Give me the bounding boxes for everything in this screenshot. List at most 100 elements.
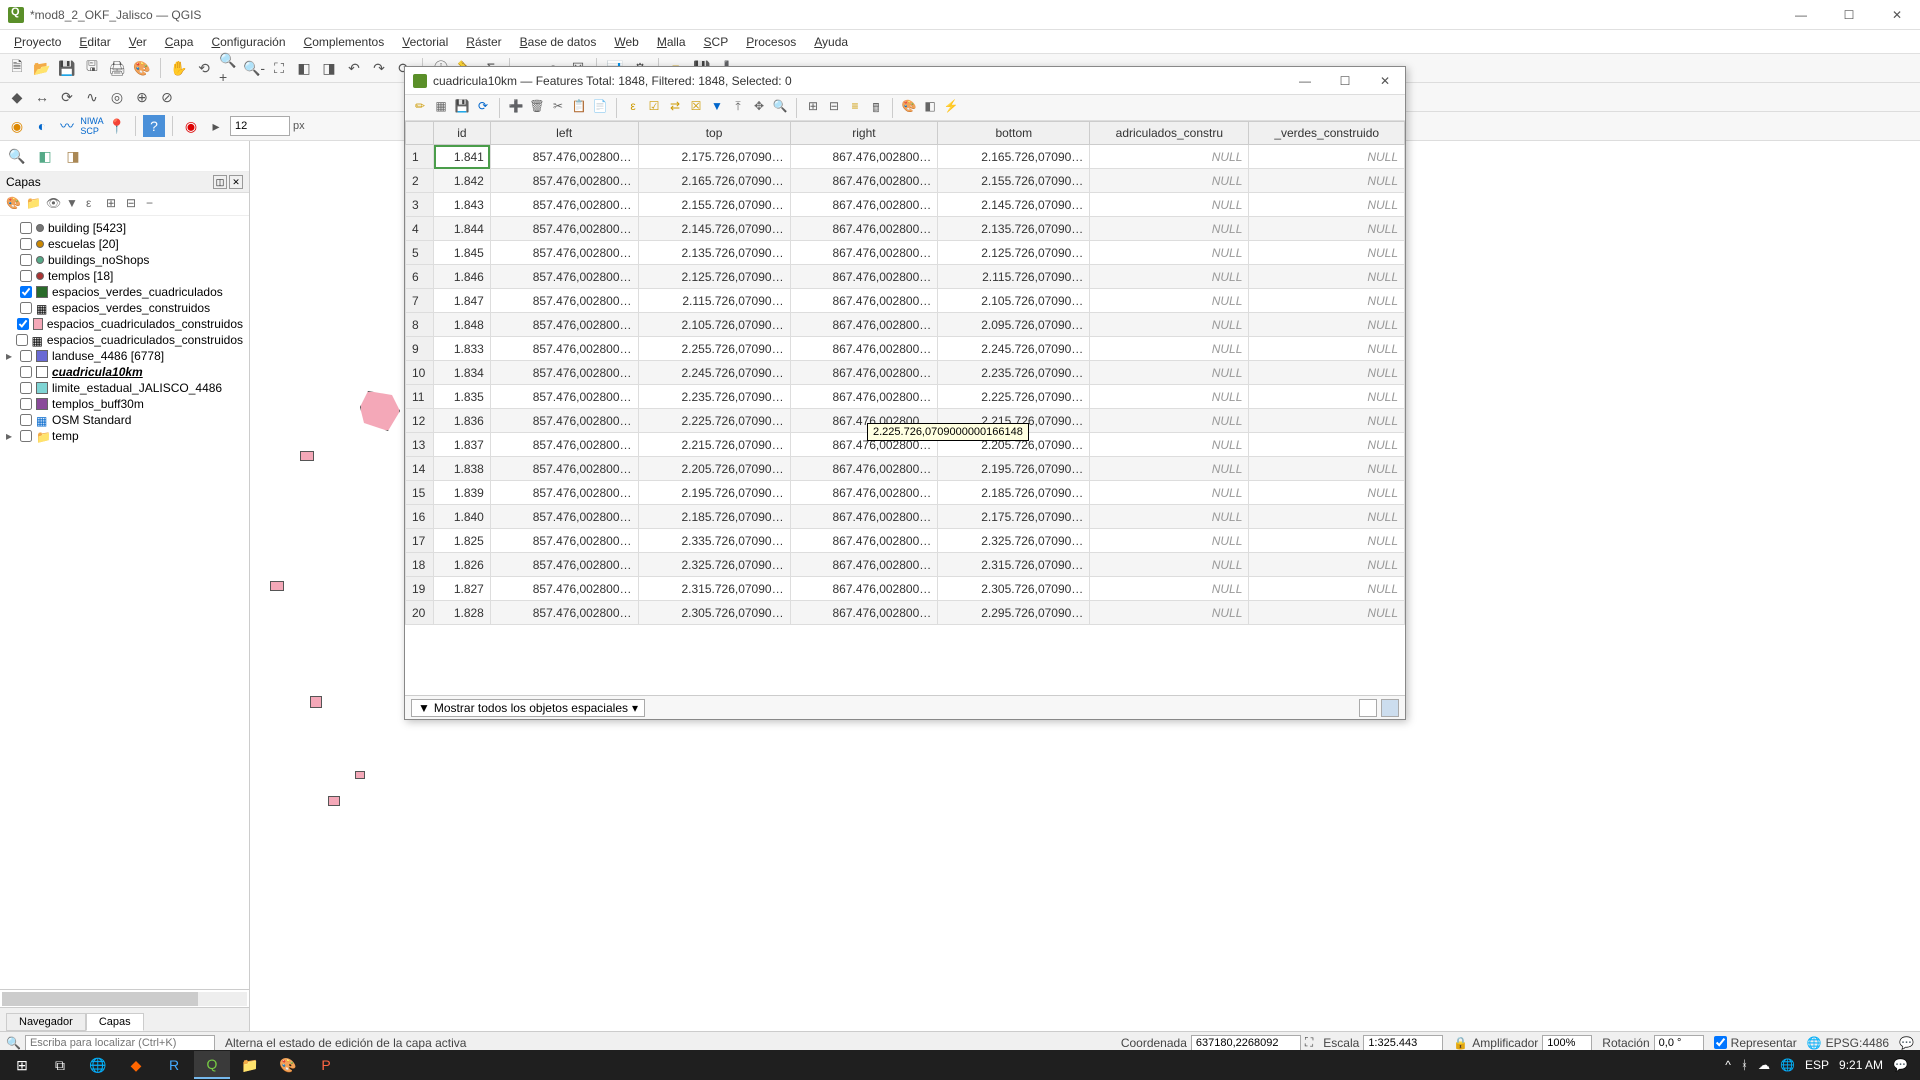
layer-item[interactable]: templos_buff30m	[2, 396, 247, 412]
filter-mode-button[interactable]: ▼ Mostrar todos los objetos espaciales ▾	[411, 699, 645, 717]
table-cell[interactable]: 867.476,002800…	[790, 313, 938, 337]
select-all-icon[interactable]: ☑	[645, 99, 663, 117]
style-manager-icon[interactable]: 🎨	[131, 57, 153, 79]
table-cell[interactable]: 857.476,002800…	[490, 361, 638, 385]
table-cell[interactable]: 1.828	[434, 601, 491, 625]
pan-to-sel-icon[interactable]: ✥	[750, 99, 768, 117]
table-cell[interactable]: 2.105.726,07090…	[638, 313, 790, 337]
table-cell[interactable]: 857.476,002800…	[490, 385, 638, 409]
row-number[interactable]: 16	[406, 505, 434, 529]
menu-ráster[interactable]: Ráster	[458, 33, 509, 51]
scale-input[interactable]	[1363, 1035, 1443, 1051]
table-view-icon[interactable]	[1381, 699, 1399, 717]
row-number[interactable]: 11	[406, 385, 434, 409]
coord-input[interactable]	[1191, 1035, 1301, 1051]
pan-icon[interactable]: ✋	[168, 57, 190, 79]
layer-visibility-checkbox[interactable]	[20, 222, 32, 234]
table-cell[interactable]: NULL	[1249, 193, 1405, 217]
attribute-table[interactable]: idlefttoprightbottomadriculados_constru_…	[405, 121, 1405, 695]
table-row[interactable]: 191.827857.476,002800…2.315.726,07090…86…	[406, 577, 1405, 601]
menu-proyecto[interactable]: Proyecto	[6, 33, 69, 51]
zoom-selection-icon[interactable]: ◧	[293, 57, 315, 79]
layer-visibility-checkbox[interactable]	[20, 254, 32, 266]
table-cell[interactable]: 2.305.726,07090…	[638, 601, 790, 625]
table-cell[interactable]: 2.325.726,07090…	[938, 529, 1090, 553]
table-cell[interactable]: NULL	[1090, 289, 1249, 313]
expand-icon[interactable]: ▸	[6, 349, 16, 363]
table-cell[interactable]: NULL	[1090, 313, 1249, 337]
invert-sel-icon[interactable]: ⇄	[666, 99, 684, 117]
menu-ver[interactable]: Ver	[121, 33, 155, 51]
table-cell[interactable]: NULL	[1249, 385, 1405, 409]
table-row[interactable]: 101.834857.476,002800…2.245.726,07090…86…	[406, 361, 1405, 385]
close-button[interactable]: ✕	[1882, 8, 1912, 22]
new-project-icon[interactable]: 🗎	[6, 57, 28, 79]
row-number[interactable]: 8	[406, 313, 434, 337]
expand-icon[interactable]: ▸	[6, 429, 16, 443]
filter-sel-icon[interactable]: ▼	[708, 99, 726, 117]
table-row[interactable]: 151.839857.476,002800…2.195.726,07090…86…	[406, 481, 1405, 505]
table-cell[interactable]: NULL	[1249, 529, 1405, 553]
scp-arrow-icon[interactable]: ▸	[205, 115, 227, 137]
table-cell[interactable]: 1.844	[434, 217, 491, 241]
table-cell[interactable]: NULL	[1090, 265, 1249, 289]
save-icon[interactable]: 💾	[56, 57, 78, 79]
table-cell[interactable]: 2.155.726,07090…	[938, 169, 1090, 193]
row-number[interactable]: 13	[406, 433, 434, 457]
extents-icon[interactable]: ⛶	[1305, 1035, 1313, 1050]
row-number[interactable]: 10	[406, 361, 434, 385]
table-row[interactable]: 111.835857.476,002800…2.235.726,07090…86…	[406, 385, 1405, 409]
table-cell[interactable]: 857.476,002800…	[490, 457, 638, 481]
table-cell[interactable]: NULL	[1090, 337, 1249, 361]
table-cell[interactable]: 857.476,002800…	[490, 145, 638, 169]
table-cell[interactable]: 2.225.726,07090…	[638, 409, 790, 433]
table-cell[interactable]: NULL	[1249, 433, 1405, 457]
table-cell[interactable]: 1.848	[434, 313, 491, 337]
row-number[interactable]: 6	[406, 265, 434, 289]
table-cell[interactable]: NULL	[1090, 505, 1249, 529]
table-cell[interactable]: 2.225.726,07090…	[938, 385, 1090, 409]
row-number[interactable]: 5	[406, 241, 434, 265]
table-cell[interactable]: NULL	[1249, 169, 1405, 193]
table-cell[interactable]: 867.476,002800…	[790, 193, 938, 217]
table-cell[interactable]: 2.135.726,07090…	[638, 241, 790, 265]
layer-visibility-checkbox[interactable]	[20, 270, 32, 282]
table-row[interactable]: 161.840857.476,002800…2.185.726,07090…86…	[406, 505, 1405, 529]
table-cell[interactable]: 2.325.726,07090…	[638, 553, 790, 577]
conditional-format-icon[interactable]: 🎨	[900, 99, 918, 117]
zoom-next-icon[interactable]: ↷	[368, 57, 390, 79]
field-calc-icon[interactable]: 🖩	[867, 99, 885, 117]
table-cell[interactable]: 1.840	[434, 505, 491, 529]
lock-icon[interactable]: 🔒	[1453, 1036, 1468, 1050]
save-as-icon[interactable]: 🖫	[81, 57, 103, 79]
table-cell[interactable]: NULL	[1249, 505, 1405, 529]
layer-item[interactable]: limite_estadual_JALISCO_4486	[2, 380, 247, 396]
form-view-icon[interactable]	[1359, 699, 1377, 717]
table-cell[interactable]: 1.847	[434, 289, 491, 313]
open-project-icon[interactable]: 📂	[31, 57, 53, 79]
paint-icon[interactable]: 🎨	[270, 1051, 306, 1079]
row-number[interactable]: 17	[406, 529, 434, 553]
render-checkbox[interactable]	[1714, 1036, 1727, 1049]
table-cell[interactable]: 2.155.726,07090…	[638, 193, 790, 217]
add-group-icon[interactable]: 📁	[26, 196, 42, 212]
table-row[interactable]: 51.845857.476,002800…2.135.726,07090…867…	[406, 241, 1405, 265]
table-row[interactable]: 171.825857.476,002800…2.335.726,07090…86…	[406, 529, 1405, 553]
zoom-layer-icon[interactable]: ◨	[318, 57, 340, 79]
row-number[interactable]: 19	[406, 577, 434, 601]
column-header[interactable]: bottom	[938, 122, 1090, 145]
toggle-edit-icon[interactable]: ✏	[411, 99, 429, 117]
tray-bluetooth-icon[interactable]: ᚼ	[1741, 1058, 1748, 1072]
table-cell[interactable]: 867.476,002800…	[790, 169, 938, 193]
table-cell[interactable]: 1.835	[434, 385, 491, 409]
powerpoint-icon[interactable]: P	[308, 1051, 344, 1079]
table-cell[interactable]: 2.115.726,07090…	[638, 289, 790, 313]
table-cell[interactable]: NULL	[1249, 145, 1405, 169]
table-cell[interactable]: 867.476,002800…	[790, 385, 938, 409]
menu-scp[interactable]: SCP	[696, 33, 737, 51]
scp-pointer-icon[interactable]: 📍	[106, 115, 128, 137]
row-number[interactable]: 12	[406, 409, 434, 433]
table-cell[interactable]: 867.476,002800…	[790, 505, 938, 529]
locator-input[interactable]	[25, 1035, 215, 1051]
row-number[interactable]: 7	[406, 289, 434, 313]
